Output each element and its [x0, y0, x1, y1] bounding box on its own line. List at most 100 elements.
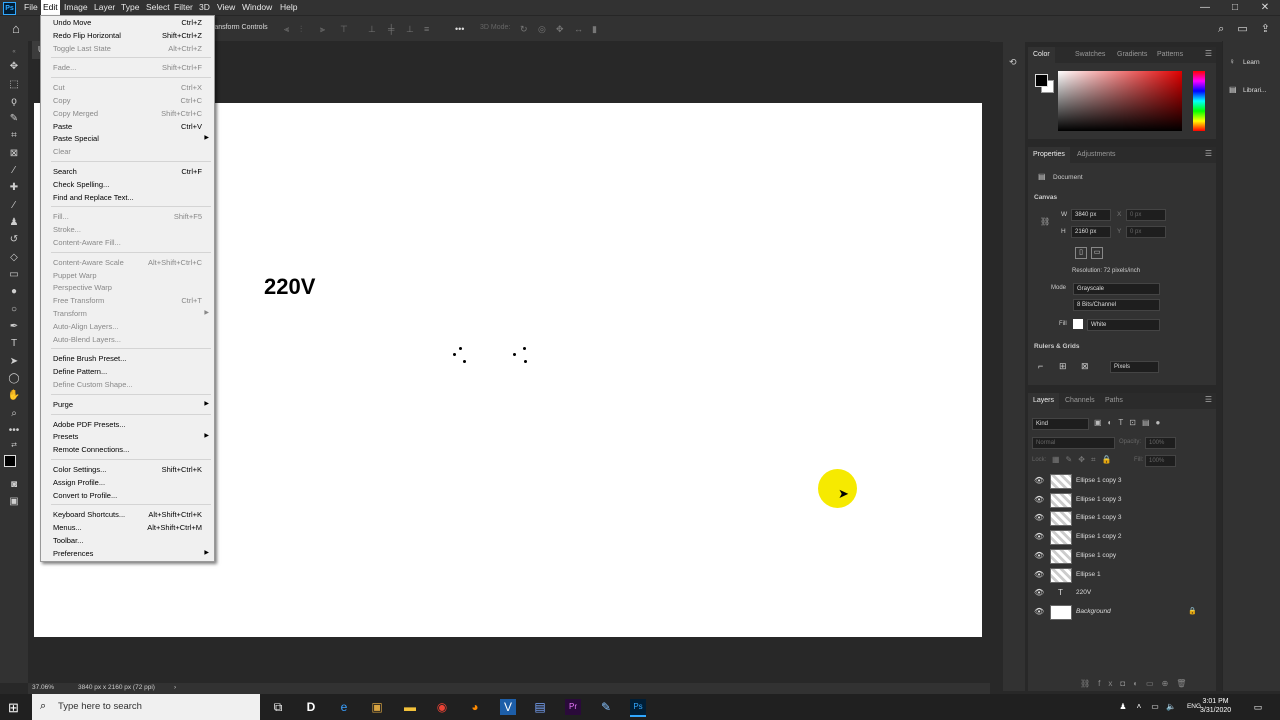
edit-menu-item-presets[interactable]: Presets ▶ [41, 430, 214, 443]
menu-filter[interactable]: Filter [172, 0, 195, 15]
swap-colors-icon[interactable]: ⇄ [6, 439, 22, 453]
edit-menu-item-define-brush-preset[interactable]: Define Brush Preset... [41, 352, 214, 365]
ellipse-dot[interactable] [523, 347, 526, 350]
ellipse-dot[interactable] [453, 353, 456, 356]
rulers-grids-heading[interactable]: Rulers & Grids [1034, 343, 1080, 350]
shape-tool-icon[interactable]: ◯ [6, 372, 22, 386]
distribute-v-icon[interactable]: ≡ [424, 24, 429, 34]
align-right-icon[interactable]: ⫸ [320, 24, 325, 35]
align-left-icon[interactable]: ⫷ [284, 24, 289, 35]
eyedropper-tool-icon[interactable]: ⁄ [6, 164, 22, 178]
edit-menu-item-redo-flip-horizontal[interactable]: Redo Flip Horizontal Shift+Ctrl+Z [41, 29, 214, 42]
pen-tool-icon[interactable]: ✒ [6, 320, 22, 334]
visibility-eye-icon[interactable]: 👁 [1034, 547, 1044, 565]
color-picker-field[interactable] [1058, 71, 1182, 131]
type-tool-icon[interactable]: T [6, 337, 22, 351]
units-select[interactable]: Pixels [1110, 361, 1159, 373]
3d-scale-icon[interactable]: ▮ [592, 24, 597, 35]
guides-icon[interactable]: ⊠ [1081, 361, 1089, 372]
3d-slide-icon[interactable]: ↔ [574, 24, 583, 34]
menu-view[interactable]: View [215, 0, 237, 15]
brush-tool-icon[interactable]: ∕ [6, 199, 22, 213]
tab-channels[interactable]: Channels [1060, 393, 1100, 409]
premiere-icon[interactable]: Pr [565, 699, 581, 715]
edit-menu-item-keyboard-shortcuts[interactable]: Keyboard Shortcuts... Alt+Shift+Ctrl+K [41, 508, 214, 521]
tab-adjustments[interactable]: Adjustments [1072, 147, 1121, 163]
hand-tool-icon[interactable]: ✋ [6, 389, 22, 403]
menu-image[interactable]: Image [62, 0, 90, 15]
task-view-icon[interactable]: ⧉ [270, 699, 286, 715]
people-icon[interactable]: ♟ [1115, 699, 1131, 715]
align-bottom-icon[interactable]: ⊥ [406, 24, 414, 35]
edit-menu-item-define-pattern[interactable]: Define Pattern... [41, 365, 214, 378]
visibility-eye-icon[interactable]: 👁 [1034, 603, 1044, 621]
maximize-button[interactable]: □ [1220, 0, 1250, 15]
landscape-icon[interactable]: ▭ [1091, 247, 1103, 259]
quick-select-tool-icon[interactable]: ✎ [6, 112, 22, 126]
visibility-eye-icon[interactable]: 👁 [1034, 472, 1044, 490]
menu-type[interactable]: Type [119, 0, 141, 15]
workspace-icon[interactable]: ▭ [1237, 23, 1247, 35]
width-field[interactable]: 3840 px [1071, 209, 1111, 221]
ellipse-dot[interactable] [524, 360, 527, 363]
network-icon[interactable]: ▭ [1147, 699, 1163, 715]
libraries-button[interactable]: Librari... [1243, 87, 1266, 94]
quick-mask-icon[interactable]: ◙ [6, 478, 22, 492]
x-field[interactable]: 0 px [1126, 209, 1166, 221]
taskbar-clock[interactable]: 3:01 PM 3/31/2020 [1200, 697, 1231, 715]
edit-menu-item-preferences[interactable]: Preferences ▶ [41, 547, 214, 560]
layer-row[interactable]: 👁 Ellipse 1 [1028, 566, 1208, 584]
visibility-eye-icon[interactable]: 👁 [1034, 566, 1044, 584]
3d-pan-icon[interactable]: ✥ [556, 24, 564, 35]
edit-menu-item-assign-profile[interactable]: Assign Profile... [41, 476, 214, 489]
stamp-tool-icon[interactable]: ♟ [6, 216, 22, 230]
ellipse-dot[interactable] [513, 353, 516, 356]
blur-tool-icon[interactable]: ● [6, 285, 22, 299]
edit-toolbar-icon[interactable]: ••• [6, 424, 22, 438]
screen-mode-icon[interactable]: ▣ [6, 495, 22, 509]
panel-menu-icon[interactable]: ☰ [1205, 149, 1212, 158]
tab-paths[interactable]: Paths [1100, 393, 1128, 409]
firefox-icon[interactable]: ◕ [467, 699, 483, 715]
opacity-field[interactable]: 100% [1145, 437, 1176, 449]
menu-window[interactable]: Window [240, 0, 274, 15]
lock-icon[interactable]: 🔒 [1188, 603, 1197, 621]
align-middle-icon[interactable]: ╪ [388, 24, 394, 34]
edit-menu-item-remote-connections[interactable]: Remote Connections... [41, 443, 214, 456]
visibility-eye-icon[interactable]: 👁 [1034, 491, 1044, 509]
height-field[interactable]: 2160 px [1071, 226, 1111, 238]
file-explorer-icon[interactable]: ▬ [402, 699, 418, 715]
crop-tool-icon[interactable]: ⌗ [6, 129, 22, 143]
blend-mode-select[interactable]: Normal [1032, 437, 1115, 449]
layer-fill-field[interactable]: 100% [1145, 455, 1176, 467]
3d-rotate-icon[interactable]: ↻ [520, 24, 528, 35]
edit-menu-item-menus[interactable]: Menus... Alt+Shift+Ctrl+M [41, 521, 214, 534]
menu-layer[interactable]: Layer [92, 0, 117, 15]
eraser-tool-icon[interactable]: ◇ [6, 251, 22, 265]
layer-row[interactable]: 👁 Ellipse 1 copy 3 [1028, 491, 1208, 509]
panel-menu-icon[interactable]: ☰ [1205, 49, 1212, 58]
status-arrow-icon[interactable]: › [174, 684, 176, 691]
tab-gradients[interactable]: Gradients [1112, 47, 1152, 63]
edit-menu-item-convert-to-profile[interactable]: Convert to Profile... [41, 489, 214, 502]
layer-row[interactable]: 👁 Ellipse 1 copy 2 [1028, 528, 1208, 546]
edit-menu-item-undo-move[interactable]: Undo Move Ctrl+Z [41, 16, 214, 29]
distribute-icon[interactable]: ⊥ [368, 24, 376, 35]
layer-filter-icons[interactable]: ▣◐T⊡▤● [1094, 418, 1166, 427]
edit-menu-item-check-spelling[interactable]: Check Spelling... [41, 178, 214, 191]
photoshop-taskbar-icon[interactable]: Ps [630, 699, 646, 717]
align-top-icon[interactable]: ⊤ [340, 24, 348, 35]
minimize-button[interactable]: — [1190, 0, 1220, 15]
visibility-eye-icon[interactable]: 👁 [1034, 584, 1044, 602]
align-center-icon[interactable]: ⫶ [300, 24, 302, 35]
gradient-tool-icon[interactable]: ▭ [6, 268, 22, 282]
taskbar-search-box[interactable]: ⌕ Type here to search [32, 694, 260, 720]
canvas-heading[interactable]: Canvas [1034, 194, 1057, 201]
y-field[interactable]: 0 px [1126, 226, 1166, 238]
history-brush-tool-icon[interactable]: ↺ [6, 233, 22, 247]
dodge-tool-icon[interactable]: ○ [6, 303, 22, 317]
hue-slider[interactable] [1193, 71, 1205, 131]
edit-menu-item-paste[interactable]: Paste Ctrl+V [41, 120, 214, 133]
ellipse-dot[interactable] [459, 347, 462, 350]
menu-help[interactable]: Help [278, 0, 299, 15]
